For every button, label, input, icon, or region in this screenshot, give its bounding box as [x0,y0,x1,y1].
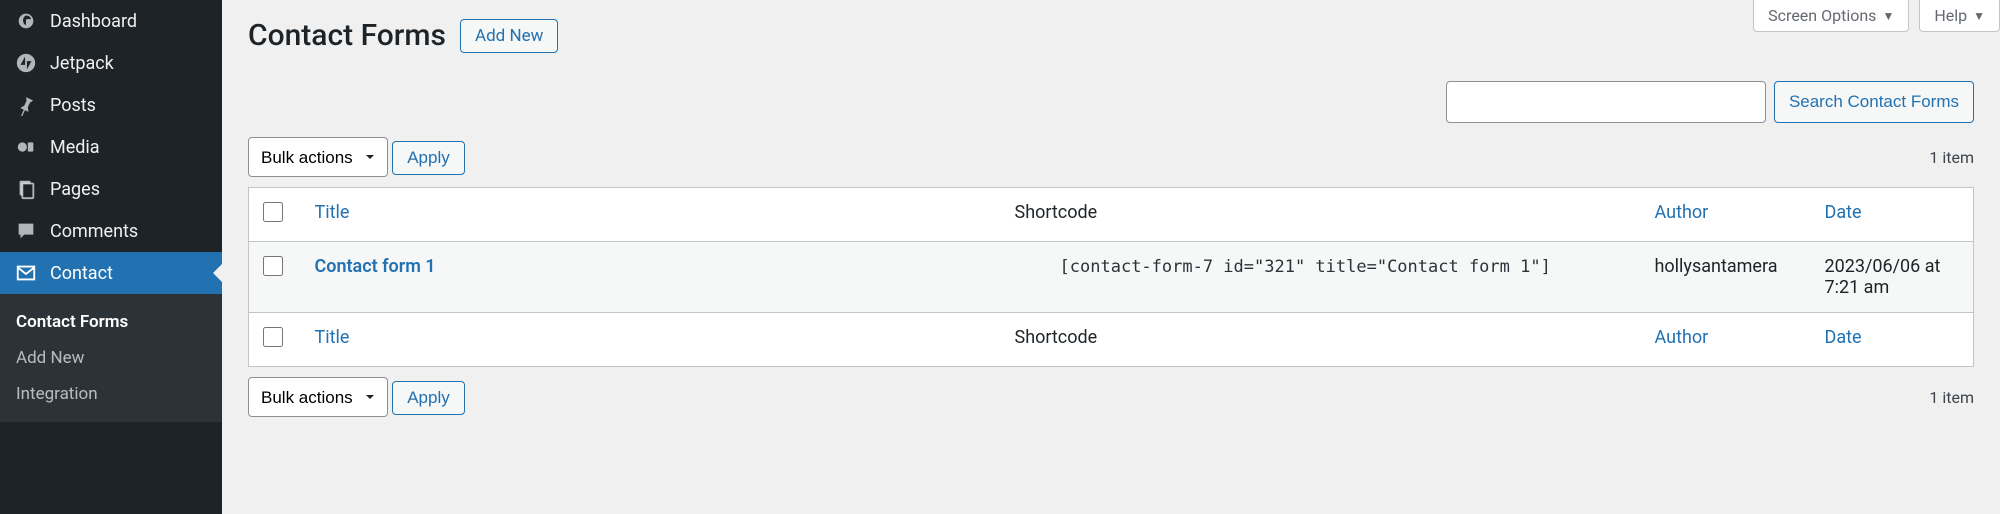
submenu-contact-forms[interactable]: Contact Forms [0,304,222,340]
add-new-button[interactable]: Add New [460,19,558,53]
screen-options-label: Screen Options [1768,6,1876,25]
row-date: 2023/06/06 at 7:21 am [1825,256,1941,298]
chevron-down-icon: ▼ [1973,9,1985,23]
dashboard-icon [14,10,38,32]
col-title-header[interactable]: Title [315,202,350,223]
col-shortcode-footer: Shortcode [1015,327,1098,348]
media-icon [14,136,38,158]
row-checkbox[interactable] [263,256,283,276]
mail-icon [14,262,38,284]
submenu-add-new[interactable]: Add New [0,340,222,376]
screen-options-tab[interactable]: Screen Options ▼ [1753,0,1909,32]
col-shortcode-header: Shortcode [1015,202,1098,223]
sidebar-label: Pages [50,179,100,200]
form-title-link[interactable]: Contact form 1 [315,256,436,277]
chevron-down-icon: ▼ [1882,9,1894,23]
help-label: Help [1934,6,1967,25]
help-tab[interactable]: Help ▼ [1919,0,2000,32]
search-button[interactable]: Search Contact Forms [1774,81,1974,123]
main-content: Screen Options ▼ Help ▼ Contact Forms Ad… [222,0,2000,514]
submenu-integration[interactable]: Integration [0,376,222,412]
sidebar-item-posts[interactable]: Posts [0,84,222,126]
sidebar-label: Media [50,137,100,158]
col-date-header[interactable]: Date [1825,202,1862,223]
sidebar-item-dashboard[interactable]: Dashboard [0,0,222,42]
contact-forms-table: Title Shortcode Author Date Contact form… [248,187,1974,367]
sidebar-label: Dashboard [50,11,137,32]
col-author-header[interactable]: Author [1655,202,1709,223]
jetpack-icon [14,52,38,74]
select-all-bottom[interactable] [263,327,283,347]
select-all-top[interactable] [263,202,283,222]
search-input[interactable] [1446,81,1766,123]
item-count-bottom: 1 item [1929,388,1974,407]
sidebar-item-comments[interactable]: Comments [0,210,222,252]
apply-button-bottom[interactable]: Apply [392,381,465,415]
col-author-footer[interactable]: Author [1655,327,1709,348]
pin-icon [14,94,38,116]
sidebar-label: Comments [50,221,138,242]
comments-icon [14,220,38,242]
bulk-actions-select-bottom[interactable]: Bulk actions [248,377,388,417]
col-date-footer[interactable]: Date [1825,327,1862,348]
page-title: Contact Forms [248,18,446,53]
pages-icon [14,178,38,200]
col-title-footer[interactable]: Title [315,327,350,348]
sidebar-label: Jetpack [50,53,114,74]
bulk-actions-select[interactable]: Bulk actions [248,137,388,177]
apply-button-top[interactable]: Apply [392,141,465,175]
item-count-top: 1 item [1929,148,1974,167]
top-tabs: Screen Options ▼ Help ▼ [1753,0,2000,32]
sidebar-item-pages[interactable]: Pages [0,168,222,210]
sidebar-submenu: Contact Forms Add New Integration [0,294,222,422]
sidebar-label: Posts [50,95,96,116]
row-author: hollysantamera [1655,256,1778,277]
sidebar-item-jetpack[interactable]: Jetpack [0,42,222,84]
sidebar-item-contact[interactable]: Contact [0,252,222,294]
admin-sidebar: Dashboard Jetpack Posts Media Pages Comm… [0,0,222,514]
shortcode-field[interactable] [1015,257,1596,277]
sidebar-item-media[interactable]: Media [0,126,222,168]
table-row: Contact form 1 hollysantamera 2023/06/06… [249,242,1974,313]
sidebar-label: Contact [50,263,113,284]
